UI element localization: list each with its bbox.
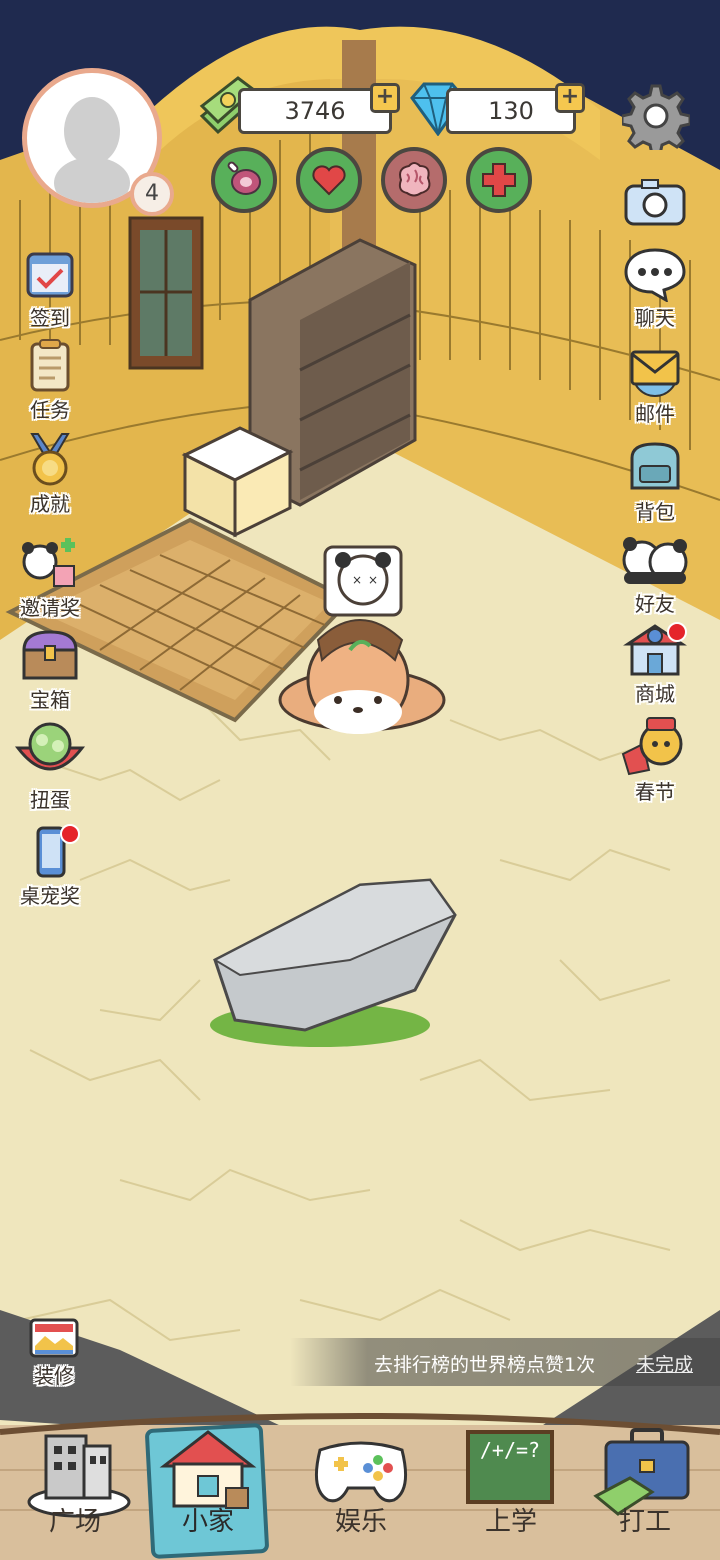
menu-item-friends[interactable]: 好友 bbox=[615, 532, 695, 617]
task-banner[interactable]: 去排行榜的世界榜点赞1次 未完成 bbox=[290, 1338, 720, 1386]
nav-tab-label: 打工 bbox=[618, 1507, 671, 1537]
game-controller-icon bbox=[314, 1441, 408, 1503]
menu-label: 宝箱 bbox=[30, 688, 70, 712]
add-money-button[interactable]: + bbox=[370, 83, 400, 113]
task-description: 去排行榜的世界榜点赞1次 bbox=[374, 1354, 596, 1376]
paint-palette-icon bbox=[29, 1318, 79, 1358]
backpack-icon bbox=[630, 442, 680, 490]
menu-label: 聊天 bbox=[635, 306, 675, 330]
medical-cross-icon bbox=[482, 163, 516, 197]
nav-tab-label: 广场 bbox=[48, 1507, 101, 1537]
menu-label: 邀请奖 bbox=[20, 596, 80, 620]
decorate-label: 装修 bbox=[34, 1364, 74, 1388]
nav-tab-school[interactable]: /+/=? 上学 bbox=[446, 1420, 576, 1560]
diamond-value: 130 bbox=[488, 97, 534, 125]
menu-item-camera[interactable] bbox=[615, 176, 695, 230]
brain-icon bbox=[398, 162, 431, 197]
meat-icon bbox=[227, 161, 261, 195]
menu-item-chest[interactable]: 宝箱 bbox=[10, 628, 90, 713]
menu-label: 任务 bbox=[30, 398, 70, 422]
festival-mascot-icon bbox=[621, 717, 683, 776]
nav-tab-work[interactable]: 打工 bbox=[580, 1420, 710, 1560]
love-stat-button[interactable] bbox=[296, 147, 362, 213]
health-stat-button[interactable] bbox=[466, 147, 532, 213]
camera-icon bbox=[624, 179, 686, 226]
menu-item-gacha[interactable]: 扭蛋 bbox=[10, 720, 90, 813]
gacha-bowl-icon bbox=[14, 722, 86, 771]
mail-envelope-icon bbox=[630, 350, 680, 397]
add-diamond-button[interactable]: + bbox=[555, 83, 585, 113]
money-value: 3746 bbox=[284, 97, 346, 125]
task-status[interactable]: 未完成 bbox=[636, 1350, 693, 1377]
room-scene: × × bbox=[0, 0, 720, 1560]
menu-item-tasks[interactable]: 任务 bbox=[10, 338, 90, 423]
menu-label: 扭蛋 bbox=[30, 788, 70, 812]
settings-button[interactable] bbox=[620, 82, 692, 156]
school-board-icon: /+/=? bbox=[466, 1430, 554, 1504]
menu-item-achievements[interactable]: 成就 bbox=[10, 432, 90, 517]
chat-bubble-icon bbox=[624, 248, 686, 302]
task-list-icon bbox=[30, 339, 70, 392]
nav-tab-plaza[interactable]: 广场 bbox=[10, 1420, 140, 1560]
decorate-button[interactable]: 装修 bbox=[14, 1316, 94, 1389]
svg-text:×: × bbox=[368, 573, 378, 587]
nav-tab-entertainment[interactable]: 娱乐 bbox=[296, 1420, 426, 1560]
menu-label: 商城 bbox=[635, 682, 675, 706]
menu-label: 背包 bbox=[635, 500, 675, 524]
level-badge: 4 bbox=[130, 172, 174, 216]
panda-friends-icon bbox=[622, 537, 688, 584]
treasure-chest-icon bbox=[22, 630, 78, 680]
nav-tab-home[interactable]: 小家 bbox=[144, 1420, 270, 1560]
panda-gift-icon bbox=[22, 538, 75, 587]
medal-icon bbox=[30, 433, 70, 486]
menu-item-spring-festival[interactable]: 春节 bbox=[615, 714, 695, 805]
menu-label: 邮件 bbox=[635, 402, 675, 426]
menu-item-mail[interactable]: 邮件 bbox=[615, 346, 695, 427]
menu-item-chat[interactable]: 聊天 bbox=[615, 246, 695, 331]
menu-item-bag[interactable]: 背包 bbox=[615, 438, 695, 525]
money-counter: 3746 bbox=[238, 88, 392, 134]
brain-stat-button[interactable] bbox=[381, 147, 447, 213]
menu-item-shop[interactable]: 商城 bbox=[615, 622, 695, 707]
menu-label: 桌宠奖 bbox=[20, 884, 80, 908]
heart-icon bbox=[312, 165, 346, 196]
profile-avatar-button[interactable]: 4 bbox=[22, 68, 174, 216]
menu-item-invite[interactable]: 邀请奖 bbox=[10, 536, 90, 621]
calendar-check-icon bbox=[26, 252, 74, 298]
menu-item-desktop-pet[interactable]: 桌宠奖 bbox=[10, 824, 90, 909]
menu-label: 成就 bbox=[30, 492, 70, 516]
menu-label: 好友 bbox=[635, 592, 675, 616]
food-stat-button[interactable] bbox=[211, 147, 277, 213]
svg-text:×: × bbox=[352, 573, 362, 587]
menu-label: 签到 bbox=[30, 306, 70, 330]
notification-dot bbox=[60, 824, 80, 844]
nav-tab-label: 娱乐 bbox=[334, 1507, 387, 1537]
nav-tab-label: 上学 bbox=[484, 1507, 537, 1537]
menu-item-checkin[interactable]: 签到 bbox=[10, 246, 90, 331]
gear-icon bbox=[620, 84, 692, 156]
notification-dot bbox=[667, 622, 687, 642]
nav-tab-label: 小家 bbox=[181, 1507, 234, 1537]
level-value: 4 bbox=[145, 181, 159, 206]
board-text: /+/=? bbox=[479, 1438, 541, 1462]
menu-label: 春节 bbox=[635, 780, 675, 804]
